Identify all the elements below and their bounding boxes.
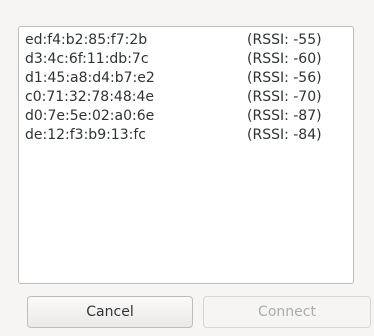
device-mac-address: d1:45:a8:d4:b7:e2 <box>25 70 155 86</box>
device-list-item[interactable]: d1:45:a8:d4:b7:e2 (RSSI: -56) <box>19 69 353 88</box>
device-mac-address: c0:71:32:78:48:4e <box>25 89 154 105</box>
device-mac-address: d3:4c:6f:11:db:7c <box>25 51 149 67</box>
device-rssi: (RSSI: -60) <box>247 51 322 67</box>
device-list-item[interactable]: de:12:f3:b9:13:fc (RSSI: -84) <box>19 126 353 145</box>
device-list-item[interactable]: d0:7e:5e:02:a0:6e (RSSI: -87) <box>19 107 353 126</box>
device-list-item[interactable]: c0:71:32:78:48:4e (RSSI: -70) <box>19 88 353 107</box>
connect-button[interactable]: Connect <box>203 296 371 328</box>
device-rssi: (RSSI: -84) <box>247 127 322 143</box>
device-rssi: (RSSI: -55) <box>247 32 322 48</box>
device-list[interactable]: ed:f4:b2:85:f7:2b (RSSI: -55) d3:4c:6f:1… <box>18 26 354 284</box>
device-mac-address: d0:7e:5e:02:a0:6e <box>25 108 155 124</box>
cancel-button[interactable]: Cancel <box>27 296 193 328</box>
device-mac-address: ed:f4:b2:85:f7:2b <box>25 32 148 48</box>
device-mac-address: de:12:f3:b9:13:fc <box>25 127 146 143</box>
device-rssi: (RSSI: -87) <box>247 108 322 124</box>
device-rssi: (RSSI: -70) <box>247 89 322 105</box>
device-list-item[interactable]: d3:4c:6f:11:db:7c (RSSI: -60) <box>19 50 353 69</box>
device-list-item[interactable]: ed:f4:b2:85:f7:2b (RSSI: -55) <box>19 31 353 50</box>
bluetooth-device-dialog: ed:f4:b2:85:f7:2b (RSSI: -55) d3:4c:6f:1… <box>0 0 374 336</box>
device-rssi: (RSSI: -56) <box>247 70 322 86</box>
